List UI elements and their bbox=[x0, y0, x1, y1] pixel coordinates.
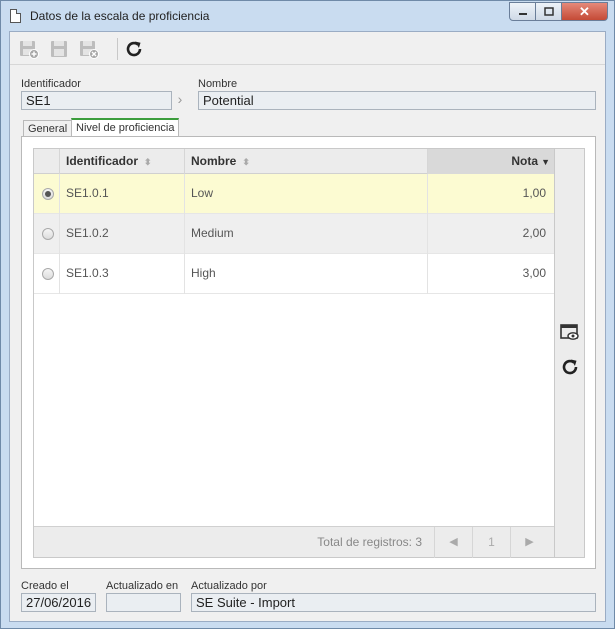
tab-general[interactable]: General bbox=[23, 120, 73, 137]
chevron-right-icon: ▶ bbox=[525, 536, 534, 548]
tab-panel: Identificador ⬍ Nombre ⬍ Nota ▼ SE1.0.1 Lo… bbox=[21, 136, 596, 569]
view-record-icon bbox=[560, 324, 579, 340]
header-nota-label: Nota bbox=[511, 154, 538, 168]
save-close-button[interactable] bbox=[78, 38, 100, 60]
sort-descending-icon: ▼ bbox=[541, 157, 550, 167]
nombre-field[interactable]: Potential bbox=[198, 91, 596, 110]
header-identificador[interactable]: Identificador ⬍ bbox=[60, 149, 185, 174]
grid-header: Identificador ⬍ Nombre ⬍ Nota ▼ bbox=[34, 149, 554, 174]
row-radio[interactable] bbox=[42, 188, 54, 200]
row-nota: 3,00 bbox=[522, 266, 546, 280]
tab-nivel-de-proficiencia[interactable]: Nivel de proficiencia bbox=[71, 118, 180, 137]
dialog-window: Datos de la escala de proficiencia ✕ Ide… bbox=[0, 0, 615, 629]
actualizado-por-field[interactable]: SE Suite - Import bbox=[191, 593, 596, 612]
save-close-icon bbox=[80, 41, 99, 59]
chevron-right-icon[interactable]: › bbox=[173, 91, 187, 110]
proficiency-grid: Identificador ⬍ Nombre ⬍ Nota ▼ SE1.0.1 Lo… bbox=[33, 148, 555, 558]
refresh-icon bbox=[126, 41, 142, 57]
save-button[interactable] bbox=[48, 38, 70, 60]
save-new-button[interactable] bbox=[18, 38, 40, 60]
refresh-button[interactable] bbox=[123, 38, 145, 60]
minimize-button[interactable] bbox=[509, 2, 536, 21]
row-select-cell bbox=[34, 174, 60, 214]
refresh-icon bbox=[562, 359, 578, 375]
maximize-button[interactable] bbox=[536, 2, 562, 21]
grid-footer: Total de registros: 3 ◀ 1 ▶ bbox=[34, 526, 554, 558]
row-identificador: SE1.0.2 bbox=[60, 214, 185, 254]
actualizado-en-label: Actualizado en bbox=[106, 580, 179, 592]
row-nota: 2,00 bbox=[522, 226, 546, 240]
row-identificador: SE1.0.3 bbox=[60, 254, 185, 294]
row-identificador: SE1.0.1 bbox=[60, 174, 185, 214]
toolbar bbox=[10, 32, 605, 65]
nombre-label: Nombre bbox=[198, 78, 238, 90]
table-row[interactable]: SE1.0.2 Medium 2,00 bbox=[34, 214, 554, 254]
table-row[interactable]: SE1.0.1 Low 1,00 bbox=[34, 174, 554, 214]
table-row[interactable]: SE1.0.3 High 3,00 bbox=[34, 254, 554, 294]
title-bar[interactable]: Datos de la escala de proficiencia ✕ bbox=[1, 1, 614, 31]
toolbar-separator bbox=[117, 38, 118, 60]
row-select-cell bbox=[34, 254, 60, 294]
row-nombre: Medium bbox=[185, 214, 428, 254]
header-nota[interactable]: Nota ▼ bbox=[428, 149, 554, 174]
total-records-label: Total de registros: 3 bbox=[317, 535, 422, 549]
chevron-left-icon: ◀ bbox=[449, 536, 458, 548]
identificador-field[interactable]: SE1 bbox=[21, 91, 172, 110]
creado-label: Creado el bbox=[21, 580, 69, 592]
sort-icon: ⬍ bbox=[144, 157, 152, 167]
row-select-cell bbox=[34, 214, 60, 254]
header-identificador-label: Identificador bbox=[66, 154, 139, 168]
refresh-grid-button[interactable] bbox=[560, 357, 580, 377]
row-nombre: Low bbox=[185, 174, 428, 214]
minimize-icon bbox=[518, 12, 527, 15]
maximize-icon bbox=[543, 7, 554, 16]
actualizado-en-field[interactable] bbox=[106, 593, 181, 612]
close-button[interactable]: ✕ bbox=[562, 2, 608, 21]
header-nombre[interactable]: Nombre ⬍ bbox=[185, 149, 428, 174]
header-nombre-label: Nombre bbox=[191, 154, 237, 168]
document-icon bbox=[10, 9, 21, 23]
header-select-column bbox=[34, 149, 60, 174]
window-controls: ✕ bbox=[509, 2, 608, 21]
next-page-button[interactable]: ▶ bbox=[510, 527, 548, 558]
sort-icon: ⬍ bbox=[242, 157, 250, 167]
row-radio[interactable] bbox=[42, 228, 54, 240]
save-icon bbox=[51, 41, 67, 57]
window-title: Datos de la escala de proficiencia bbox=[30, 9, 210, 23]
save-new-icon bbox=[20, 41, 39, 59]
row-nombre: High bbox=[185, 254, 428, 294]
previous-page-button[interactable]: ◀ bbox=[434, 527, 472, 558]
page-number[interactable]: 1 bbox=[472, 527, 510, 558]
grid-side-toolbar bbox=[555, 148, 585, 558]
actualizado-por-label: Actualizado por bbox=[191, 580, 267, 592]
row-radio[interactable] bbox=[42, 268, 54, 280]
row-nota: 1,00 bbox=[522, 186, 546, 200]
dialog-content: Identificador SE1 › Nombre Potential Gen… bbox=[9, 31, 606, 622]
view-record-button[interactable] bbox=[560, 323, 580, 343]
close-icon: ✕ bbox=[579, 3, 590, 19]
creado-field[interactable]: 27/06/2016 bbox=[21, 593, 96, 612]
identificador-label: Identificador bbox=[21, 78, 81, 90]
